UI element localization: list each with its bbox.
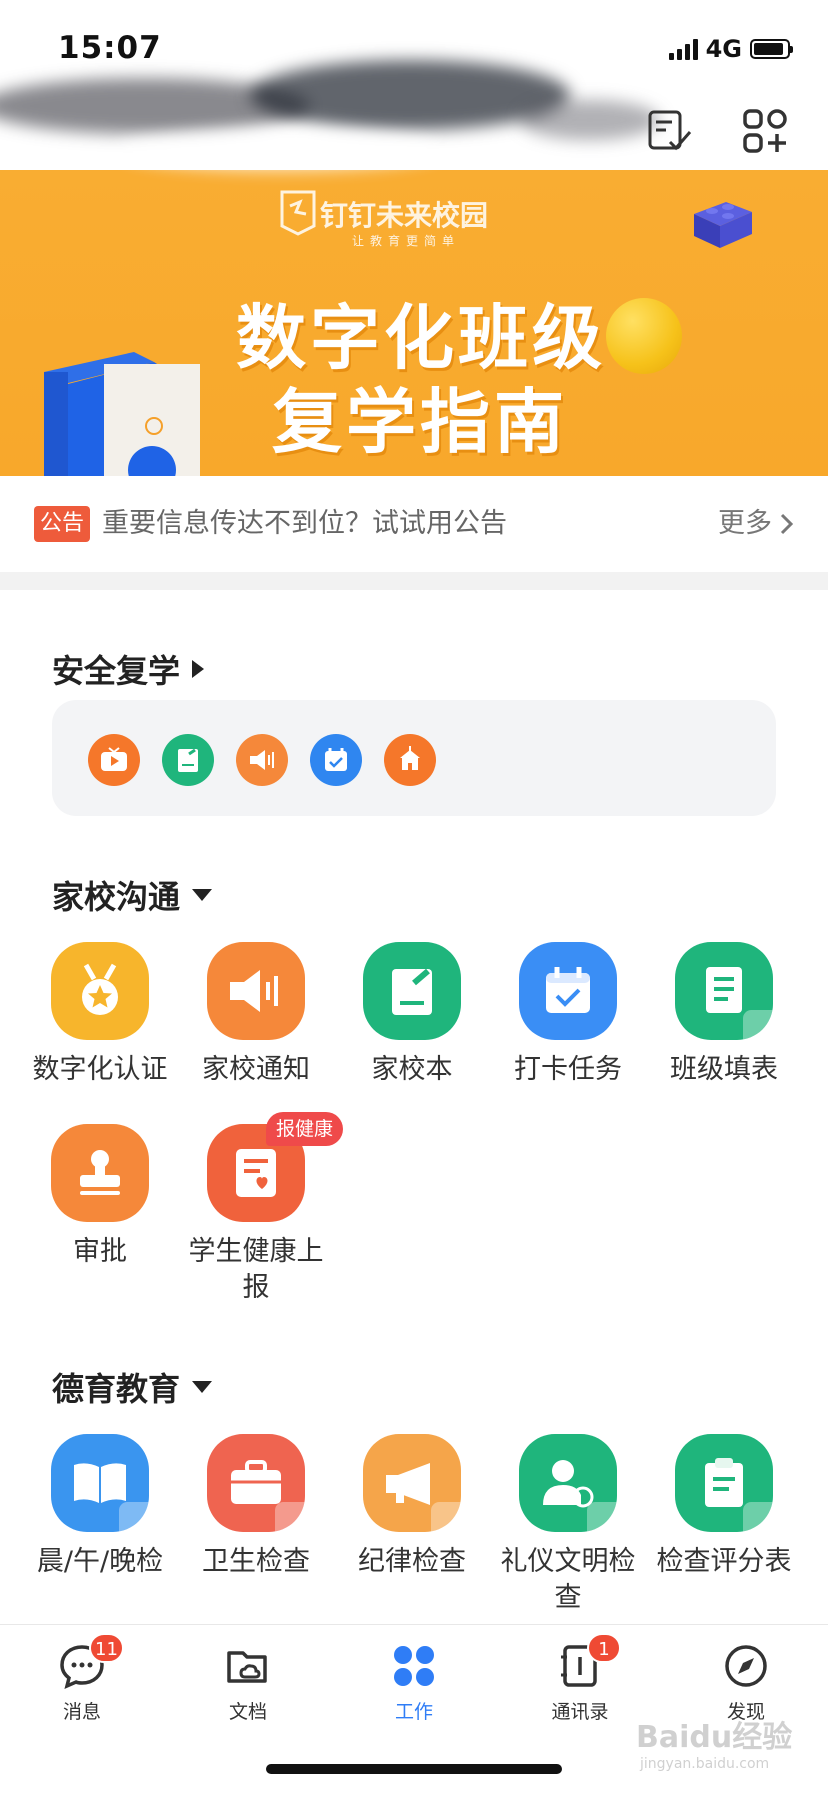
notebook-icon[interactable] [162, 734, 214, 786]
chevron-right-icon [780, 513, 794, 535]
folder-cloud-icon [223, 1641, 273, 1691]
app-label: 家校本 [371, 1054, 453, 1085]
stamp-icon [51, 1124, 149, 1222]
app-home-school-notice[interactable]: 家校通知 [178, 942, 334, 1088]
book-icon [51, 1434, 149, 1532]
app-home-school-book[interactable]: 家校本 [334, 942, 490, 1088]
app-label: 礼仪文明检查 [500, 1546, 636, 1613]
signal-icon [668, 38, 698, 60]
workbench-icon [389, 1641, 439, 1691]
battery-icon [750, 39, 793, 59]
announce-icon[interactable] [236, 734, 288, 786]
notice-text[interactable]: 重要信息传达不到位？试试用公告 [102, 506, 507, 542]
triangle-right-icon [192, 660, 205, 678]
corner-tag [119, 1502, 149, 1532]
status-indicators: 4G [668, 34, 793, 64]
app-discipline-check[interactable]: 纪律检查 [334, 1434, 490, 1580]
school-icon[interactable] [384, 734, 436, 786]
hero-title-line2: 复学指南 [272, 381, 568, 463]
unread-badge: 11 [89, 1633, 124, 1663]
section-title-label: 安全复学 [52, 652, 181, 690]
safe-return-quick-icons [52, 700, 776, 816]
home-indicator[interactable] [266, 1764, 562, 1774]
tab-label: 工作 [394, 1701, 433, 1723]
tab-label: 消息 [62, 1701, 101, 1723]
tab-contacts[interactable]: 1 通讯录 [520, 1633, 640, 1724]
app-health-report[interactable]: 学生健康上报 [178, 1124, 334, 1306]
watermark-sub: jingyan.baidu.com [640, 1756, 770, 1772]
status-time: 15:07 [58, 30, 162, 66]
yellow-ball-illustration [606, 298, 682, 374]
app-label: 学生健康上报 [188, 1236, 324, 1303]
app-digital-cert[interactable]: 数字化认证 [22, 942, 178, 1088]
section-divider [0, 572, 828, 590]
calendar-check-icon [519, 942, 617, 1040]
clipboard-icon [675, 1434, 773, 1532]
edit-form-icon[interactable] [644, 106, 694, 156]
app-score-sheet[interactable]: 检查评分表 [646, 1434, 802, 1580]
section-title-label: 家校沟通 [52, 878, 181, 916]
app-label: 审批 [73, 1236, 127, 1267]
contacts-badge: 1 [587, 1633, 621, 1663]
notice-bar[interactable]: 公告 重要信息传达不到位？试试用公告 更多 [0, 476, 828, 572]
add-app-icon[interactable] [740, 106, 790, 156]
form-icon [675, 942, 773, 1040]
watermark: Baidu经验 jingyan.baidu.com [636, 1712, 792, 1772]
section-title-home-school[interactable]: 家校沟通 [52, 872, 213, 918]
app-class-form[interactable]: 班级填表 [646, 942, 802, 1088]
app-label: 班级填表 [670, 1054, 778, 1085]
brand-slogan: 让教育更简单 [352, 234, 461, 248]
hero-banner[interactable]: 15:07 4G 钉钉未来校园 让教育更简单 数字化班级 复学指南 [0, 0, 828, 476]
megaphone-icon [207, 942, 305, 1040]
triangle-down-icon [192, 889, 213, 901]
tab-work[interactable]: 工作 [354, 1641, 474, 1724]
app-label: 数字化认证 [32, 1054, 168, 1085]
checkin-icon[interactable] [310, 734, 362, 786]
app-hygiene-check[interactable]: 卫生检查 [178, 1434, 334, 1580]
notice-more-label: 更多 [718, 508, 772, 539]
section-title-moral-education[interactable]: 德育教育 [52, 1364, 213, 1410]
notice-badge: 公告 [34, 506, 91, 542]
section-title-safe-return[interactable]: 安全复学 [52, 646, 205, 692]
watermark-text: Baidu经验 [636, 1720, 793, 1755]
section-title-label: 德育教育 [52, 1370, 181, 1408]
redaction-smudge [120, 130, 440, 170]
video-icon[interactable] [88, 734, 140, 786]
app-label: 晨/午/晚检 [36, 1546, 164, 1577]
app-daily-check[interactable]: 晨/午/晚检 [22, 1434, 178, 1580]
medal-icon [51, 942, 149, 1040]
tab-docs[interactable]: 文档 [188, 1641, 308, 1724]
class-tag-corner [743, 1010, 773, 1040]
tab-label: 文档 [228, 1701, 267, 1723]
notice-more-link[interactable]: 更多 [718, 506, 794, 542]
app-etiquette-check[interactable]: 礼仪文明检查 [490, 1434, 646, 1616]
lego-brick-illustration [694, 202, 752, 248]
chat-icon: 11 [57, 1633, 124, 1691]
corner-tag [431, 1502, 461, 1532]
app-label: 纪律检查 [358, 1546, 466, 1577]
app-label: 打卡任务 [514, 1054, 622, 1085]
app-approval[interactable]: 审批 [22, 1124, 178, 1270]
compass-icon [721, 1641, 771, 1691]
corner-tag [743, 1502, 773, 1532]
tab-messages[interactable]: 11 消息 [22, 1633, 142, 1724]
redaction-smudge [520, 100, 660, 140]
person-refresh-icon [519, 1434, 617, 1532]
app-label: 家校通知 [202, 1054, 310, 1085]
triangle-down-icon [192, 1381, 213, 1393]
corner-tag [275, 1502, 305, 1532]
app-label: 卫生检查 [202, 1546, 310, 1577]
health-report-badge: 报健康 [266, 1112, 344, 1146]
notebook-icon [363, 942, 461, 1040]
book-illustration [44, 352, 200, 476]
app-checkin-task[interactable]: 打卡任务 [490, 942, 646, 1088]
corner-tag [587, 1502, 617, 1532]
contacts-icon: 1 [555, 1633, 621, 1691]
toolbox-icon [207, 1434, 305, 1532]
app-label: 检查评分表 [656, 1546, 792, 1577]
brand-name: 钉钉未来校园 [320, 199, 489, 232]
loudspeaker-icon [363, 1434, 461, 1532]
tab-label: 通讯录 [551, 1701, 609, 1723]
network-type: 4G [705, 35, 742, 63]
